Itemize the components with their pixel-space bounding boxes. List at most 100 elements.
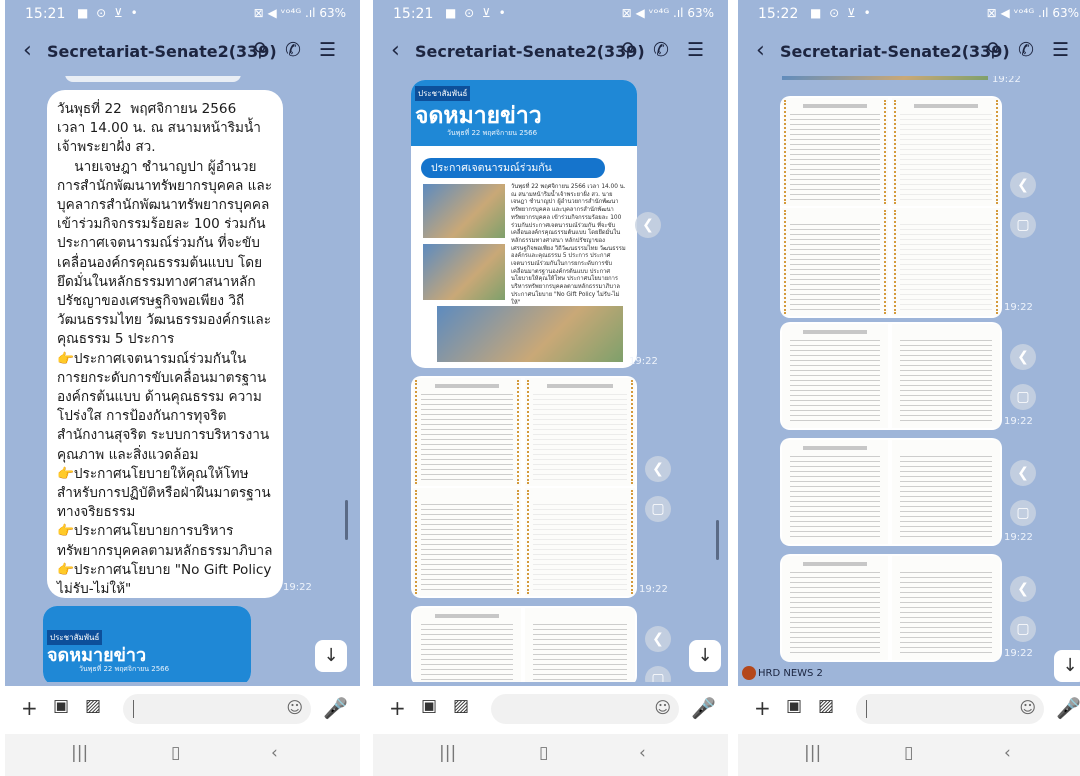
system-nav-bar: ||| ▯ ‹ [738,734,1080,776]
capture-icon[interactable]: ▢ [645,496,671,522]
menu-icon[interactable]: ☰ [687,39,704,61]
document-image[interactable] [780,438,1002,546]
message-input[interactable]: ☺ [491,694,679,724]
document-image[interactable] [411,606,637,682]
document-page [892,324,1000,428]
chat-header: ‹ Secretariat-Senate2(339) ⚲ ✆ ☰ [738,30,1080,76]
message-time: 19:22 [1004,532,1033,543]
recents-icon[interactable]: ||| [71,743,88,763]
scroll-down-icon[interactable]: ↓ [1054,650,1080,682]
menu-icon[interactable]: ☰ [319,39,336,61]
status-battery: ⊠ ◀ ᵛᵒ⁴ᴳ .ıl 63% [253,6,346,20]
scroll-down-icon[interactable]: ↓ [689,640,721,672]
phone-icon[interactable]: ✆ [1018,39,1034,61]
image-icon[interactable]: ▨ [85,696,101,716]
recents-icon[interactable]: ||| [439,743,456,763]
home-icon[interactable]: ▯ [539,743,548,763]
capture-icon[interactable]: ▢ [1010,212,1036,238]
capture-icon[interactable]: ▢ [1010,500,1036,526]
search-icon[interactable]: ⚲ [986,39,1000,61]
status-notification-icons: ■ ⊙ ⊻ • [810,6,873,20]
menu-icon[interactable]: ☰ [1052,39,1069,61]
document-page [413,378,521,486]
status-notification-icons: ■ ⊙ ⊻ • [77,6,140,20]
document-page [413,608,521,682]
home-icon[interactable]: ▯ [904,743,913,763]
newsletter-date: วันพุธที่ 22 พฤศจิกายน 2566 [79,665,170,673]
camera-icon[interactable]: ▣ [786,696,802,716]
nav-back-icon[interactable]: ‹ [639,743,646,763]
search-icon[interactable]: ⚲ [621,39,635,61]
scrollbar[interactable] [345,500,348,540]
message-time: 19:22 [283,582,312,593]
chat-area[interactable]: วันพุธที่ 22 พฤศจิกายน 2566 เวลา 14.00 น… [5,76,360,682]
scrollbar[interactable] [716,520,719,560]
capture-icon[interactable]: ▢ [645,666,671,682]
status-time: 15:21 [393,6,434,22]
image-icon[interactable]: ▨ [818,696,834,716]
plus-icon[interactable]: + [21,696,38,720]
share-icon[interactable]: ❮ [635,212,661,238]
nav-back-icon[interactable]: ‹ [1004,743,1011,763]
document-page [782,324,888,428]
status-bar: 15:22 ■ ⊙ ⊻ • ⊠ ◀ ᵛᵒ⁴ᴳ .ıl 63% [738,0,1080,30]
message-input[interactable]: ☺ [123,694,311,724]
document-page [782,440,888,544]
newsletter-group-photo [437,306,623,362]
home-icon[interactable]: ▯ [171,743,180,763]
input-bar: + ▣ ▨ ☺ 🎤 [373,686,728,734]
phone-icon[interactable]: ✆ [653,39,669,61]
back-arrow-icon[interactable]: ‹ [756,38,765,63]
share-icon[interactable]: ❮ [1010,460,1036,486]
chat-area[interactable]: 19:22 19:22 ❮ ▢ 19:22 ❮ ▢ 19:22 ❮ ▢ 19:2… [738,76,1080,682]
status-notification-icons: ■ ⊙ ⊻ • [445,6,508,20]
emoji-icon[interactable]: ☺ [286,698,303,717]
recents-icon[interactable]: ||| [804,743,821,763]
share-icon[interactable]: ❮ [1010,172,1036,198]
avatar[interactable] [742,666,756,680]
chat-area[interactable]: ประชาสัมพันธ์ จดหมายข่าว วันพุธที่ 22 พฤ… [373,76,728,682]
back-arrow-icon[interactable]: ‹ [23,38,32,63]
document-page [413,488,521,596]
search-icon[interactable]: ⚲ [253,39,267,61]
share-icon[interactable]: ❮ [1010,344,1036,370]
document-page [892,208,1000,316]
document-image[interactable] [411,376,637,598]
status-battery: ⊠ ◀ ᵛᵒ⁴ᴳ .ıl 63% [986,6,1079,20]
newsletter-photo [423,184,505,238]
microphone-icon[interactable]: 🎤 [323,696,348,720]
plus-icon[interactable]: + [389,696,406,720]
newsletter-image[interactable]: ประชาสัมพันธ์ จดหมายข่าว วันพุธที่ 22 พฤ… [411,80,637,368]
image-icon[interactable]: ▨ [453,696,469,716]
emoji-icon[interactable]: ☺ [1019,698,1036,717]
newsletter-date: วันพุธที่ 22 พฤศจิกายน 2566 [447,129,538,137]
plus-icon[interactable]: + [754,696,771,720]
camera-icon[interactable]: ▣ [53,696,69,716]
message-time: 19:22 [639,584,668,595]
document-page [525,608,635,682]
message-bubble[interactable]: วันพุธที่ 22 พฤศจิกายน 2566 เวลา 14.00 น… [47,90,283,598]
camera-icon[interactable]: ▣ [421,696,437,716]
emoji-icon[interactable]: ☺ [654,698,671,717]
input-bar: + ▣ ▨ ☺ 🎤 [738,686,1080,734]
microphone-icon[interactable]: 🎤 [691,696,716,720]
phone-screen-3: 15:22 ■ ⊙ ⊻ • ⊠ ◀ ᵛᵒ⁴ᴳ .ıl 63% ‹ Secreta… [738,0,1080,776]
phone-icon[interactable]: ✆ [285,39,301,61]
scroll-down-icon[interactable]: ↓ [315,640,347,672]
message-input[interactable]: ☺ [856,694,1044,724]
share-icon[interactable]: ❮ [645,456,671,482]
newsletter-thumbnail[interactable]: ประชาสัมพันธ์ จดหมายข่าว วันพุธที่ 22 พฤ… [43,606,251,682]
share-icon[interactable]: ❮ [1010,576,1036,602]
chat-title: Secretariat-Senate2(339) [780,42,1010,61]
document-image[interactable] [780,322,1002,430]
document-image[interactable] [780,96,1002,318]
capture-icon[interactable]: ▢ [1010,616,1036,642]
document-image[interactable] [780,554,1002,662]
capture-icon[interactable]: ▢ [1010,384,1036,410]
message-time: 19:22 [629,356,658,367]
microphone-icon[interactable]: 🎤 [1056,696,1080,720]
back-arrow-icon[interactable]: ‹ [391,38,400,63]
share-icon[interactable]: ❮ [645,626,671,652]
document-page [525,378,635,486]
nav-back-icon[interactable]: ‹ [271,743,278,763]
